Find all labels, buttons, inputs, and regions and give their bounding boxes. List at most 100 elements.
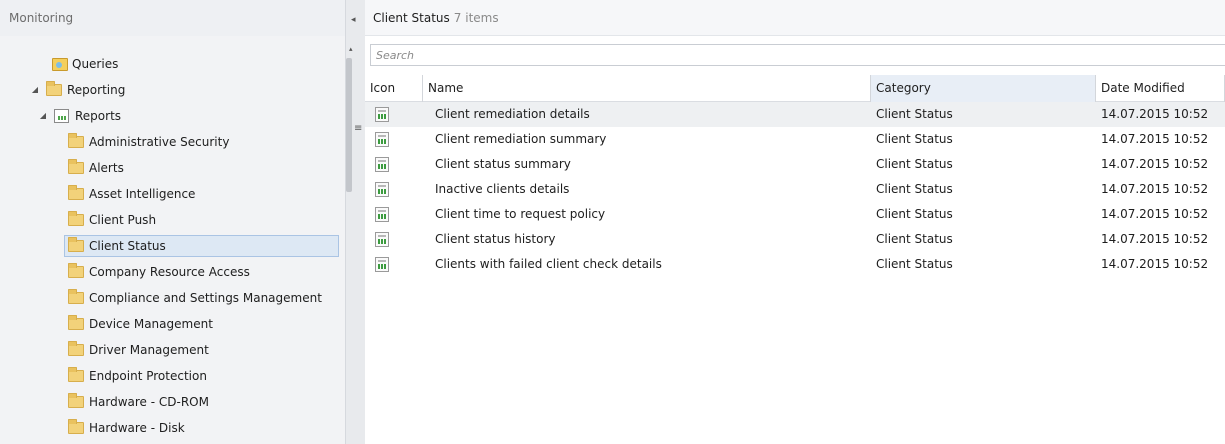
- tree-item-hardware-cd-rom[interactable]: Hardware - CD-ROM: [68, 391, 209, 413]
- tree-item-label: Administrative Security: [89, 135, 230, 149]
- cell-name: Client time to request policy: [435, 207, 606, 221]
- nav-pane-title: Monitoring: [0, 0, 345, 36]
- table-row[interactable]: Client time to request policy Client Stat…: [365, 202, 1225, 227]
- report-icon: [375, 207, 389, 222]
- nav-scrollbar-thumb[interactable]: [346, 58, 352, 192]
- tree-item-queries[interactable]: Queries: [52, 53, 118, 75]
- report-icon: [375, 132, 389, 147]
- cell-name: Client remediation details: [435, 107, 590, 121]
- cell-date: 14.07.2015 10:52: [1101, 132, 1209, 146]
- report-icon: [375, 182, 389, 197]
- tree-item-label: Asset Intelligence: [89, 187, 196, 201]
- cell-name: Clients with failed client check details: [435, 257, 662, 271]
- cell-date: 14.07.2015 10:52: [1101, 257, 1209, 271]
- tree-item-label: Compliance and Settings Management: [89, 291, 322, 305]
- cell-date: 14.07.2015 10:52: [1101, 207, 1209, 221]
- cell-date: 14.07.2015 10:52: [1101, 107, 1209, 121]
- content-header: Client Status 7 items: [365, 0, 1225, 36]
- table-row[interactable]: Client remediation details Client Status 1…: [365, 102, 1225, 127]
- tree-item-device-management[interactable]: Device Management: [68, 313, 213, 335]
- tree-item-reporting[interactable]: ◢ Reporting: [30, 79, 125, 101]
- cell-category: Client Status: [876, 157, 953, 171]
- tree-item-hardware-disk[interactable]: Hardware - Disk: [68, 417, 185, 439]
- cell-category: Client Status: [876, 132, 953, 146]
- table-row[interactable]: Client status history Client Status 14.07.…: [365, 227, 1225, 252]
- folder-icon: [68, 237, 84, 252]
- column-header-date[interactable]: Date Modified: [1096, 75, 1225, 102]
- tree-item-label: Driver Management: [89, 343, 209, 357]
- folder-icon: [68, 289, 84, 304]
- folder-icon: [68, 419, 84, 434]
- tree-item-label: Device Management: [89, 317, 213, 331]
- folder-icon: [68, 341, 84, 356]
- cell-category: Client Status: [876, 207, 953, 221]
- expand-arrow-icon[interactable]: ◢: [30, 79, 40, 101]
- tree-item-label: Hardware - Disk: [89, 421, 185, 435]
- search-box[interactable]: [370, 44, 1225, 66]
- tree-item-compliance-and-settings-management[interactable]: Compliance and Settings Management: [68, 287, 322, 309]
- table-row[interactable]: Inactive clients details Client Status 14.…: [365, 177, 1225, 202]
- grid-body: Client remediation details Client Status 1…: [365, 102, 1225, 277]
- cell-date: 14.07.2015 10:52: [1101, 232, 1209, 246]
- cell-category: Client Status: [876, 257, 953, 271]
- query-icon: [52, 57, 68, 71]
- folder-icon: [68, 133, 84, 148]
- scroll-up-arrow-icon[interactable]: ▴: [349, 45, 353, 53]
- cell-date: 14.07.2015 10:52: [1101, 182, 1209, 196]
- folder-icon: [68, 263, 84, 278]
- item-count: 7 items: [453, 11, 499, 25]
- table-row[interactable]: Clients with failed client check details…: [365, 252, 1225, 277]
- tree-item-label: Reports: [75, 109, 122, 123]
- table-row[interactable]: Client status summary Client Status 14.07.…: [365, 152, 1225, 177]
- report-icon: [375, 257, 389, 272]
- report-icon: [375, 107, 389, 122]
- collapse-nav-icon[interactable]: ◂: [351, 15, 356, 25]
- column-header-name[interactable]: Name: [423, 75, 871, 102]
- navigation-pane: Monitoring Queries ◢ Reporting ◢ Reports Admi…: [0, 0, 345, 444]
- cell-date: 14.07.2015 10:52: [1101, 157, 1209, 171]
- tree-item-driver-management[interactable]: Driver Management: [68, 339, 209, 361]
- folder-icon: [68, 393, 84, 408]
- search-input[interactable]: [371, 45, 1225, 65]
- cell-category: Client Status: [876, 182, 953, 196]
- report-icon: [54, 109, 69, 123]
- report-icon: [375, 157, 389, 172]
- column-header-category[interactable]: Category: [871, 75, 1096, 102]
- cell-name: Inactive clients details: [435, 182, 570, 196]
- cell-name: Client remediation summary: [435, 132, 607, 146]
- cell-name: Client status summary: [435, 157, 571, 171]
- folder-icon: [68, 159, 84, 174]
- tree-item-label: Client Status: [89, 239, 166, 253]
- tree-item-label: Reporting: [67, 83, 126, 97]
- tree-item-alerts[interactable]: Alerts: [68, 157, 124, 179]
- content-title: Client Status: [373, 11, 450, 25]
- folder-icon: [68, 211, 84, 226]
- splitter-grip-icon[interactable]: ≡: [354, 123, 362, 134]
- tree-item-client-push[interactable]: Client Push: [68, 209, 156, 231]
- folder-icon: [46, 81, 62, 96]
- content-pane: Client Status7 items IconNameCategoryDat…: [365, 0, 1225, 444]
- folder-icon: [68, 185, 84, 200]
- reports-grid: Icon Name Category Date Modified Client rem…: [365, 75, 1225, 277]
- report-icon: [375, 232, 389, 247]
- tree-item-label: Alerts: [89, 161, 124, 175]
- tree-item-label: Company Resource Access: [89, 265, 250, 279]
- tree-item-label: Endpoint Protection: [89, 369, 207, 383]
- cell-category: Client Status: [876, 232, 953, 246]
- expand-arrow-icon[interactable]: ◢: [38, 105, 48, 127]
- tree-item-endpoint-protection[interactable]: Endpoint Protection: [68, 365, 207, 387]
- cell-category: Client Status: [876, 107, 953, 121]
- cell-name: Client status history: [435, 232, 556, 246]
- tree-item-label: Client Push: [89, 213, 157, 227]
- tree-item-reports[interactable]: ◢ Reports: [38, 105, 121, 127]
- tree-item-label: Queries: [72, 57, 119, 71]
- table-row[interactable]: Client remediation summary Client Status 1…: [365, 127, 1225, 152]
- tree-item-client-status[interactable]: Client Status: [64, 235, 339, 257]
- folder-icon: [68, 315, 84, 330]
- folder-icon: [68, 367, 84, 382]
- tree-item-company-resource-access[interactable]: Company Resource Access: [68, 261, 250, 283]
- tree-item-asset-intelligence[interactable]: Asset Intelligence: [68, 183, 195, 205]
- tree-item-label: Hardware - CD-ROM: [89, 395, 209, 409]
- column-header-icon[interactable]: Icon: [365, 75, 423, 102]
- tree-item-administrative-security[interactable]: Administrative Security: [68, 131, 229, 153]
